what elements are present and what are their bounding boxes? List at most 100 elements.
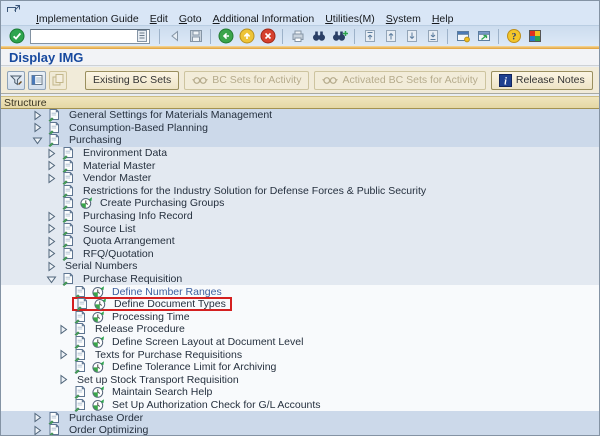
tree-node-label[interactable]: Purchasing bbox=[69, 134, 122, 146]
img-documentation-icon[interactable] bbox=[73, 335, 91, 348]
img-documentation-icon[interactable] bbox=[47, 109, 65, 122]
tree-row[interactable]: Create Purchasing Groups bbox=[1, 197, 599, 210]
tree-node-label[interactable]: Source List bbox=[83, 223, 136, 235]
system-menu-icon[interactable] bbox=[7, 2, 20, 12]
menu-item-system[interactable]: System bbox=[386, 13, 421, 25]
tree-row[interactable]: Set Up Authorization Check for G/L Accou… bbox=[1, 399, 599, 412]
tree-node-label[interactable]: Define Tolerance Limit for Archiving bbox=[112, 361, 276, 373]
execute-activity-icon[interactable] bbox=[91, 335, 108, 348]
expand-icon[interactable] bbox=[46, 173, 61, 184]
tree-node-label[interactable]: Maintain Search Help bbox=[112, 386, 212, 398]
img-documentation-icon[interactable] bbox=[73, 310, 91, 323]
img-documentation-icon[interactable] bbox=[61, 210, 79, 223]
img-documentation-icon[interactable] bbox=[61, 247, 79, 260]
existing-bc-sets-button[interactable]: Existing BC Sets bbox=[85, 71, 179, 90]
back-icon[interactable] bbox=[216, 27, 235, 45]
tree-row[interactable]: Source List bbox=[1, 222, 599, 235]
menu-item-implementation-guide[interactable]: Implementation Guide bbox=[36, 13, 139, 25]
tree-node-label[interactable]: Define Number Ranges bbox=[112, 286, 222, 298]
tree-row[interactable]: Define Screen Layout at Document Level bbox=[1, 336, 599, 349]
expand-icon[interactable] bbox=[58, 324, 73, 335]
first-page-icon[interactable] bbox=[360, 27, 379, 45]
tree-node-label[interactable]: Restrictions for the Industry Solution f… bbox=[83, 185, 426, 197]
release-notes-button[interactable]: iRelease Notes bbox=[491, 71, 593, 90]
expand-icon[interactable] bbox=[32, 412, 47, 423]
tree-row[interactable]: Environment Data bbox=[1, 147, 599, 160]
img-documentation-icon[interactable] bbox=[61, 222, 79, 235]
tree-row[interactable]: Define Tolerance Limit for Archiving bbox=[1, 361, 599, 374]
tree-row[interactable]: Quota Arrangement bbox=[1, 235, 599, 248]
img-documentation-icon[interactable] bbox=[47, 134, 65, 147]
img-documentation-icon[interactable] bbox=[73, 323, 91, 336]
tree-node-label[interactable]: Material Master bbox=[83, 160, 155, 172]
help-icon[interactable]: ? bbox=[504, 27, 523, 45]
menu-item-additional-information[interactable]: Additional Information bbox=[213, 13, 315, 25]
tree-node-label[interactable]: Set up Stock Transport Requisition bbox=[77, 374, 239, 386]
tree-node-label[interactable]: Purchasing Info Record bbox=[83, 210, 193, 222]
img-documentation-icon[interactable] bbox=[61, 172, 79, 185]
tree-node-label[interactable]: Environment Data bbox=[83, 147, 167, 159]
tree-row[interactable]: General Settings for Materials Managemen… bbox=[1, 109, 599, 122]
tree-node-label[interactable]: Define Document Types bbox=[114, 298, 226, 310]
tree-row[interactable]: Set up Stock Transport Requisition bbox=[1, 373, 599, 386]
previous-page-icon[interactable] bbox=[381, 27, 400, 45]
expand-icon[interactable] bbox=[46, 211, 61, 222]
menu-item-goto[interactable]: Goto bbox=[179, 13, 202, 25]
img-documentation-icon[interactable] bbox=[61, 197, 79, 210]
tree-row[interactable]: Processing Time bbox=[1, 311, 599, 324]
execute-activity-icon[interactable] bbox=[91, 386, 108, 399]
tree-row[interactable]: Purchase Requisition bbox=[1, 273, 599, 286]
expand-icon[interactable] bbox=[32, 110, 47, 121]
tree-row[interactable]: Purchasing bbox=[1, 134, 599, 147]
expand-icon[interactable] bbox=[46, 148, 61, 159]
img-documentation-icon[interactable] bbox=[75, 298, 93, 311]
execute-activity-icon[interactable] bbox=[93, 298, 110, 311]
tree-node-label[interactable]: Set Up Authorization Check for G/L Accou… bbox=[112, 399, 321, 411]
tree-node-label[interactable]: Processing Time bbox=[112, 311, 190, 323]
img-documentation-icon[interactable] bbox=[61, 273, 79, 286]
continue-icon[interactable] bbox=[165, 27, 184, 45]
tree-node-label[interactable]: Consumption-Based Planning bbox=[69, 122, 208, 134]
execute-activity-icon[interactable] bbox=[91, 398, 108, 411]
img-documentation-icon[interactable] bbox=[61, 235, 79, 248]
expand-icon[interactable] bbox=[46, 261, 61, 272]
expand-icon[interactable] bbox=[58, 349, 73, 360]
find-next-icon[interactable] bbox=[330, 27, 349, 45]
collapse-icon[interactable] bbox=[46, 274, 61, 285]
tree-node-label[interactable]: Serial Numbers bbox=[65, 260, 137, 272]
tree-node-label[interactable]: Define Screen Layout at Document Level bbox=[112, 336, 303, 348]
img-documentation-icon[interactable] bbox=[73, 361, 91, 374]
tree-node-label[interactable]: Quota Arrangement bbox=[83, 235, 175, 247]
execute-activity-icon[interactable] bbox=[91, 285, 108, 298]
img-documentation-icon[interactable] bbox=[73, 386, 91, 399]
img-documentation-icon[interactable] bbox=[73, 398, 91, 411]
command-history-icon[interactable] bbox=[137, 30, 148, 42]
tree-row[interactable]: Texts for Purchase Requisitions bbox=[1, 348, 599, 361]
img-documentation-icon[interactable] bbox=[47, 424, 65, 435]
tree-row[interactable]: Serial Numbers bbox=[1, 260, 599, 273]
print-icon[interactable] bbox=[288, 27, 307, 45]
execute-activity-icon[interactable] bbox=[91, 310, 108, 323]
expand-icon[interactable] bbox=[46, 236, 61, 247]
tree-node-label[interactable]: Release Procedure bbox=[95, 323, 185, 335]
filter-icon[interactable] bbox=[7, 71, 25, 90]
next-page-icon[interactable] bbox=[402, 27, 421, 45]
expand-icon[interactable] bbox=[46, 160, 61, 171]
find-icon[interactable] bbox=[309, 27, 328, 45]
tree-row[interactable]: Vendor Master bbox=[1, 172, 599, 185]
menu-item-utilities-m[interactable]: Utilities(M) bbox=[325, 13, 375, 25]
enter-icon[interactable] bbox=[7, 27, 26, 45]
exit-icon[interactable] bbox=[237, 27, 256, 45]
command-input[interactable] bbox=[32, 30, 132, 42]
tree-node-label[interactable]: Order Optimizing bbox=[69, 424, 148, 435]
customize-layout-icon[interactable] bbox=[525, 27, 544, 45]
tree-row[interactable]: Purchase Order bbox=[1, 411, 599, 424]
img-documentation-icon[interactable] bbox=[73, 285, 91, 298]
position-icon[interactable] bbox=[28, 71, 46, 90]
tree-row[interactable]: Order Optimizing bbox=[1, 424, 599, 435]
tree-row[interactable]: Material Master bbox=[1, 159, 599, 172]
tree-node-label[interactable]: Texts for Purchase Requisitions bbox=[95, 349, 242, 361]
tree-row[interactable]: Purchasing Info Record bbox=[1, 210, 599, 223]
tree-row[interactable]: Define Number Ranges bbox=[1, 285, 599, 298]
tree-row[interactable]: Maintain Search Help bbox=[1, 386, 599, 399]
